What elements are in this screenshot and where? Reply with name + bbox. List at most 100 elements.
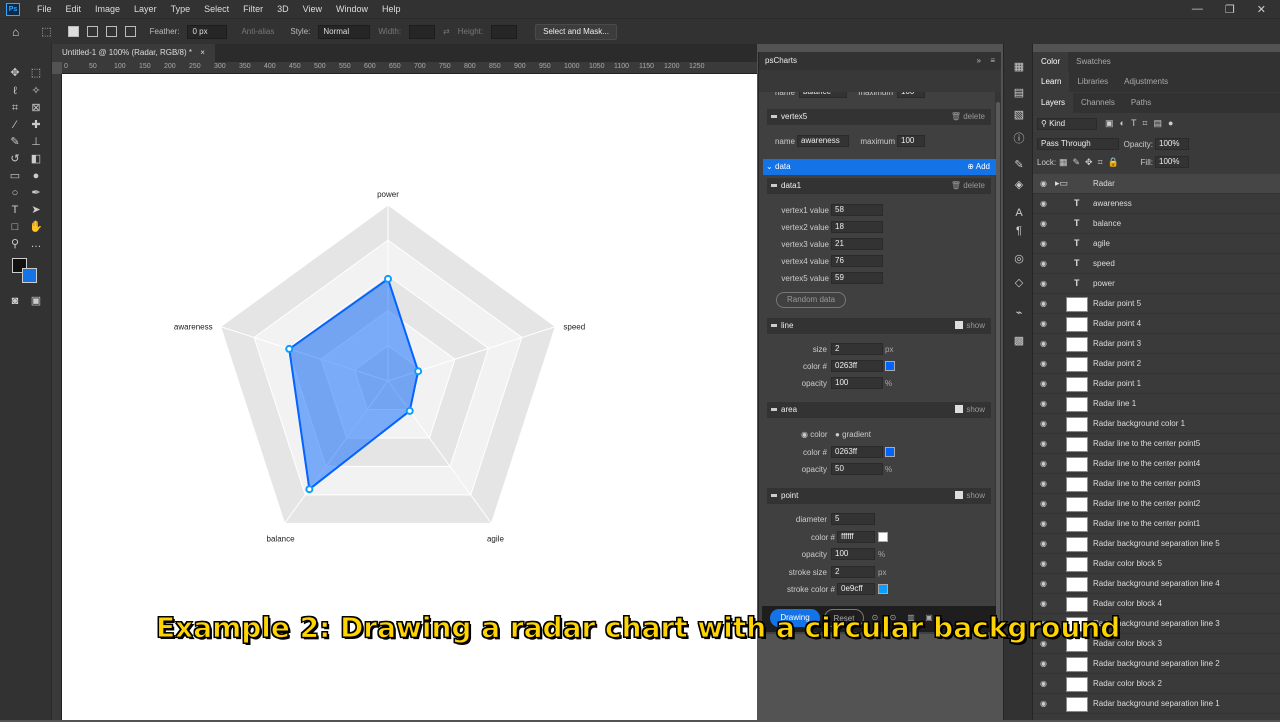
eye-icon[interactable]: ◉ <box>1040 259 1047 268</box>
paragraph-icon[interactable]: ¶ <box>1012 224 1026 238</box>
eye-icon[interactable]: ◉ <box>1040 419 1047 428</box>
add-selection-icon[interactable] <box>86 26 98 37</box>
menu-item-3d[interactable]: 3D <box>270 4 296 14</box>
histogram-icon[interactable]: ▦ <box>1012 60 1026 74</box>
point-stroke-color-input[interactable]: 0e9cff <box>837 583 875 595</box>
data1-section[interactable]: data1 🗑 delete <box>767 178 991 194</box>
area-opacity-input[interactable]: 50 <box>831 463 883 475</box>
style-select[interactable]: Normal <box>318 24 371 39</box>
layer-row[interactable]: ◉ Radar color block 5 <box>1033 554 1280 574</box>
eye-icon[interactable]: ◉ <box>1040 559 1047 568</box>
tab-swatches[interactable]: Swatches <box>1068 52 1119 72</box>
layer-row[interactable]: ◉ Radar background separation line 5 <box>1033 534 1280 554</box>
eye-icon[interactable]: ◉ <box>1040 599 1047 608</box>
eye-icon[interactable]: ◉ <box>1040 299 1047 308</box>
layer-row[interactable]: ◉ ▸▭ Radar <box>1033 174 1280 194</box>
tab-channels[interactable]: Channels <box>1073 93 1123 113</box>
layer-row[interactable]: ◉ Radar background separation line 1 <box>1033 694 1280 714</box>
select-and-mask-button[interactable]: Select and Mask... <box>535 23 617 40</box>
frame-tool-icon[interactable]: ⊠ <box>27 101 45 116</box>
menu-item-type[interactable]: Type <box>164 4 198 14</box>
close-icon[interactable]: ✕ <box>1257 3 1266 16</box>
vertex-value-input[interactable]: 59 <box>831 272 883 284</box>
eye-icon[interactable]: ◉ <box>1040 439 1047 448</box>
eye-icon[interactable]: ◉ <box>1040 679 1047 688</box>
height-input[interactable] <box>491 24 518 39</box>
width-input[interactable] <box>409 24 436 39</box>
eye-icon[interactable]: ◉ <box>1040 399 1047 408</box>
line-opacity-input[interactable]: 100 <box>831 377 883 389</box>
eye-icon[interactable]: ◉ <box>1040 379 1047 388</box>
vertex-value-input[interactable]: 18 <box>831 221 883 233</box>
layer-row[interactable]: ◉ Radar line to the center point5 <box>1033 434 1280 454</box>
menu-item-help[interactable]: Help <box>375 4 408 14</box>
brush-settings-icon[interactable]: ✎ <box>1012 158 1026 172</box>
tab-learn[interactable]: Learn <box>1033 72 1070 92</box>
marquee-tool-icon[interactable]: ⬚ <box>41 25 51 38</box>
point-diameter-input[interactable]: 5 <box>831 513 875 525</box>
area-radio-gradient[interactable]: ● gradient <box>835 430 871 439</box>
new-selection-icon[interactable] <box>67 26 79 37</box>
vertex-value-input[interactable]: 76 <box>831 255 883 267</box>
eye-icon[interactable]: ◉ <box>1040 539 1047 548</box>
crop-tool-icon[interactable]: ⌗ <box>6 101 24 116</box>
point-section[interactable]: point show <box>767 488 991 504</box>
eye-icon[interactable]: ◉ <box>1040 519 1047 528</box>
eye-icon[interactable]: ◉ <box>1040 479 1047 488</box>
add-data-button[interactable]: ⊕ Add <box>967 159 990 175</box>
vertex5-max-input[interactable]: 100 <box>897 135 925 147</box>
eye-icon[interactable]: ◉ <box>1040 659 1047 668</box>
point-color-input[interactable]: ffffff <box>837 531 875 543</box>
menu-item-view[interactable]: View <box>296 4 329 14</box>
menu-item-layer[interactable]: Layer <box>127 4 164 14</box>
quick-mask-icon[interactable]: ◙ <box>6 294 24 309</box>
layer-row[interactable]: ◉ Radar line to the center point2 <box>1033 494 1280 514</box>
healing-brush-icon[interactable]: ✚ <box>27 118 45 133</box>
eye-icon[interactable]: ◉ <box>1040 179 1047 188</box>
eye-icon[interactable]: ◉ <box>1040 499 1047 508</box>
history-brush-icon[interactable]: ↺ <box>6 152 24 167</box>
tab-adjustments[interactable]: Adjustments <box>1116 72 1176 92</box>
stamp-tool-icon[interactable]: ⊥ <box>27 135 45 150</box>
data-section-bar[interactable]: ⌄ data ⊕ Add <box>763 159 996 175</box>
layer-row[interactable]: ◉ Radar point 3 <box>1033 334 1280 354</box>
data1-delete[interactable]: 🗑 delete <box>951 178 985 194</box>
eye-icon[interactable]: ◉ <box>1040 699 1047 708</box>
tab-color[interactable]: Color <box>1033 52 1069 72</box>
layer-filter-icons[interactable]: ▣◐T⌗▤● <box>1105 118 1179 129</box>
eye-icon[interactable]: ◉ <box>1040 219 1047 228</box>
dodge-tool-icon[interactable]: ○ <box>6 186 24 201</box>
intersect-selection-icon[interactable] <box>124 26 136 37</box>
opacity-input[interactable]: 100% <box>1155 138 1189 150</box>
brush-tool-icon[interactable]: ✎ <box>6 135 24 150</box>
lasso-tool-icon[interactable]: ℓ <box>6 84 24 99</box>
gradient-tool-icon[interactable]: ▭ <box>6 169 24 184</box>
path-select-icon[interactable]: ➤ <box>27 203 45 218</box>
layer-row[interactable]: ◉ Radar point 2 <box>1033 354 1280 374</box>
minimize-icon[interactable]: — <box>1192 3 1203 16</box>
layer-row[interactable]: ◉ Radar background separation line 2 <box>1033 654 1280 674</box>
eye-icon[interactable]: ◉ <box>1040 579 1047 588</box>
type-tool-icon[interactable]: T <box>6 203 24 218</box>
menu-item-image[interactable]: Image <box>88 4 127 14</box>
menu-item-select[interactable]: Select <box>197 4 236 14</box>
document-tab[interactable]: Untitled-1 @ 100% (Radar, RGB/8) * × <box>52 44 215 62</box>
tab-paths[interactable]: Paths <box>1123 93 1159 113</box>
rectangle-tool-icon[interactable]: □ <box>6 220 24 235</box>
swap-icon[interactable]: ⇄ <box>443 27 450 36</box>
menu-item-window[interactable]: Window <box>329 4 375 14</box>
layer-row[interactable]: ◉ Radar line to the center point3 <box>1033 474 1280 494</box>
blend-mode-select[interactable]: Pass Through <box>1037 138 1119 150</box>
area-color-swatch[interactable] <box>885 447 895 457</box>
eye-icon[interactable]: ◉ <box>1040 459 1047 468</box>
area-color-input[interactable]: 0263ff <box>831 446 883 458</box>
folder-icon[interactable]: ▸▭ <box>1055 178 1068 189</box>
eraser-icon[interactable]: ◧ <box>27 152 45 167</box>
magic-wand-icon[interactable]: ✧ <box>27 84 45 99</box>
move-tool-icon[interactable]: ✥ <box>6 66 24 81</box>
menu-item-edit[interactable]: Edit <box>59 4 89 14</box>
line-show-checkbox[interactable]: show <box>955 318 985 334</box>
pen-tool-icon[interactable]: ✒ <box>27 186 45 201</box>
line-section[interactable]: line show <box>767 318 991 334</box>
vertex-value-input[interactable]: 58 <box>831 204 883 216</box>
